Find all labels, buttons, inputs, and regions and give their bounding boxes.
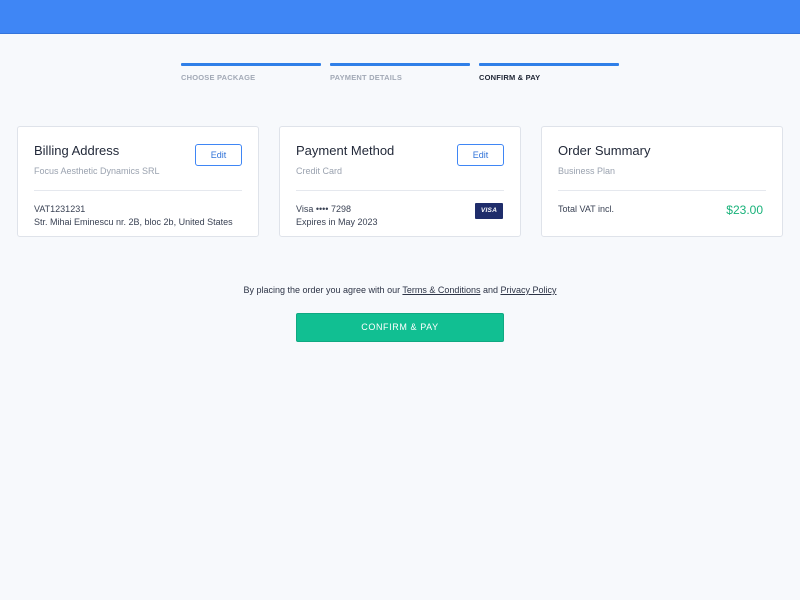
step-progress-bar: [330, 63, 470, 66]
confirm-pay-button[interactable]: CONFIRM & PAY: [296, 313, 504, 342]
step-confirm-pay: CONFIRM & PAY: [479, 63, 619, 82]
card-title: Payment Method: [296, 143, 395, 158]
step-label: PAYMENT DETAILS: [330, 73, 403, 82]
step-choose-package[interactable]: CHOOSE PACKAGE: [181, 63, 321, 82]
billing-address: Str. Mihai Eminescu nr. 2B, bloc 2b, Uni…: [34, 217, 233, 227]
edit-payment-button[interactable]: Edit: [457, 144, 504, 166]
visa-logo-icon: VISA: [475, 203, 503, 219]
total-label: Total VAT incl.: [558, 204, 615, 214]
order-summary-card: Order Summary Business Plan Total VAT in…: [541, 126, 783, 237]
checkout-steps: CHOOSE PACKAGE PAYMENT DETAILS CONFIRM &…: [181, 63, 621, 87]
card-title: Billing Address: [34, 143, 120, 158]
agreement-and: and: [480, 285, 501, 295]
divider: [558, 190, 766, 191]
step-payment-details[interactable]: PAYMENT DETAILS: [330, 63, 470, 82]
step-label: CHOOSE PACKAGE: [181, 73, 256, 82]
plan-name: Business Plan: [558, 166, 616, 176]
company-name: Focus Aesthetic Dynamics SRL: [34, 166, 160, 176]
terms-link[interactable]: Terms & Conditions: [402, 285, 480, 295]
agreement-prefix: By placing the order you agree with our: [243, 285, 403, 295]
total-amount: $23.00: [726, 203, 763, 217]
privacy-link[interactable]: Privacy Policy: [500, 285, 556, 295]
vat-number: VAT1231231: [34, 204, 86, 214]
divider: [296, 190, 504, 191]
top-header-bar: [0, 0, 800, 34]
edit-billing-button[interactable]: Edit: [195, 144, 242, 166]
step-progress-bar: [181, 63, 321, 66]
card-expiry: Expires in May 2023: [296, 217, 378, 227]
card-title: Order Summary: [558, 143, 651, 158]
payment-type: Credit Card: [296, 166, 343, 176]
step-label: CONFIRM & PAY: [479, 73, 541, 82]
step-progress-bar: [479, 63, 619, 66]
payment-method-card: Payment Method Edit Credit Card Visa •••…: [279, 126, 521, 237]
agreement-text: By placing the order you agree with our …: [0, 285, 800, 295]
card-number: Visa •••• 7298: [296, 204, 351, 214]
billing-address-card: Billing Address Edit Focus Aesthetic Dyn…: [17, 126, 259, 237]
divider: [34, 190, 242, 191]
